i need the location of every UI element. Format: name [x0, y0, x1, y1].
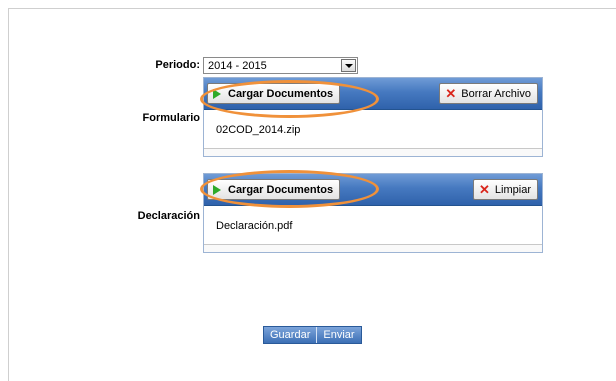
send-button[interactable]: Enviar: [317, 327, 361, 343]
formulario-upload-label: Cargar Documentos: [228, 87, 334, 100]
formulario-file-name: 02COD_2014.zip: [216, 124, 301, 136]
formulario-file-list: 02COD_2014.zip: [204, 110, 542, 149]
declaracion-clear-label: Limpiar: [494, 183, 531, 196]
chevron-down-icon[interactable]: [341, 59, 356, 72]
formulario-upload-panel: Cargar Documentos ✕ Borrar Archivo 02COD…: [203, 77, 543, 157]
declaracion-file-list: Declaración.pdf: [204, 206, 542, 245]
periodo-label: Periodo:: [155, 59, 200, 71]
formulario-clear-button[interactable]: ✕ Borrar Archivo: [439, 83, 538, 104]
declaracion-upload-label: Cargar Documentos: [228, 183, 334, 196]
formulario-upload-button[interactable]: Cargar Documentos: [207, 83, 341, 104]
periodo-select[interactable]: 2014 - 2015: [203, 57, 358, 74]
form-actions: Guardar Enviar: [263, 326, 362, 344]
declaracion-upload-button[interactable]: Cargar Documentos: [207, 179, 341, 200]
declaracion-clear-button[interactable]: ✕ Limpiar: [473, 179, 538, 200]
declaracion-upload-panel: Cargar Documentos ✕ Limpiar Declaración.…: [203, 173, 543, 253]
save-button[interactable]: Guardar: [264, 327, 317, 343]
play-icon: [213, 184, 221, 195]
declaracion-toolbar: Cargar Documentos ✕ Limpiar: [204, 174, 542, 206]
play-icon: [213, 88, 221, 99]
declaracion-file-name: Declaración.pdf: [216, 220, 293, 232]
periodo-selected-value: 2014 - 2015: [208, 59, 267, 72]
formulario-toolbar: Cargar Documentos ✕ Borrar Archivo: [204, 78, 542, 110]
formulario-clear-label: Borrar Archivo: [461, 87, 531, 100]
x-icon: ✕: [445, 86, 457, 101]
formulario-label: Formulario: [142, 112, 200, 124]
x-icon: ✕: [479, 182, 490, 197]
declaracion-label: Declaración: [137, 210, 200, 222]
